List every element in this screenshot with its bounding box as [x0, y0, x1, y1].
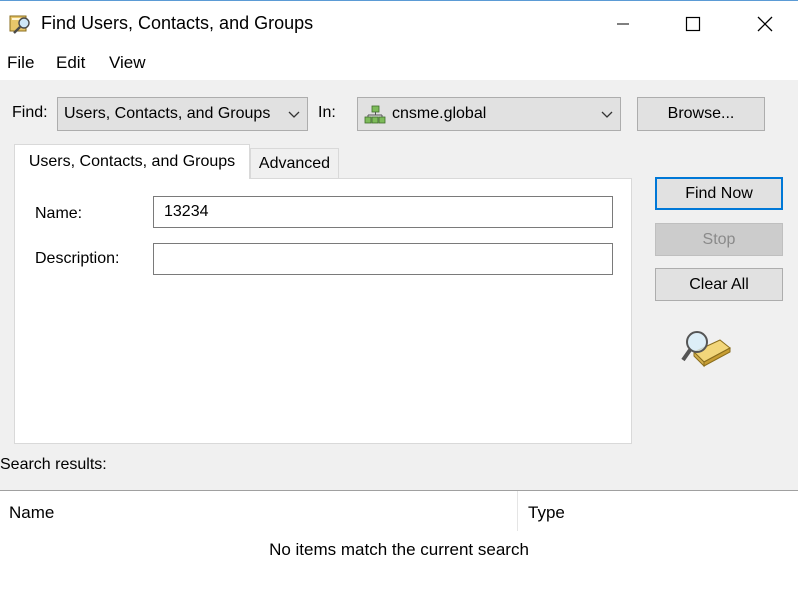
- stop-button[interactable]: Stop: [655, 223, 783, 256]
- menu-bar: File Edit View: [0, 46, 798, 80]
- find-animation-icon: [681, 331, 731, 368]
- find-search-icon: [9, 15, 30, 34]
- chevron-down-icon: [288, 111, 300, 118]
- description-label: Description:: [35, 250, 120, 267]
- find-label: Find:: [12, 104, 48, 121]
- minimize-icon: [617, 23, 629, 24]
- menu-file[interactable]: File: [7, 53, 34, 73]
- name-label: Name:: [35, 205, 83, 222]
- domain-icon: [364, 105, 386, 124]
- name-input[interactable]: 13234: [153, 196, 613, 228]
- close-icon: [757, 16, 773, 31]
- results-list[interactable]: Name Type No items match the current sea…: [0, 490, 798, 590]
- tab-panel: Name: 13234 Description:: [14, 178, 632, 444]
- find-type-value: Users, Contacts, and Groups: [64, 105, 271, 122]
- column-header-name[interactable]: Name: [9, 503, 54, 523]
- description-input[interactable]: [153, 243, 613, 275]
- window-title: Find Users, Contacts, and Groups: [41, 13, 314, 33]
- tab-users-contacts-groups[interactable]: Users, Contacts, and Groups: [14, 144, 250, 179]
- minimize-button[interactable]: [600, 1, 646, 46]
- tab-advanced[interactable]: Advanced: [250, 148, 339, 178]
- maximize-icon: [685, 16, 701, 31]
- name-input-value: 13234: [164, 203, 209, 220]
- in-label: In:: [318, 104, 336, 121]
- in-location-value: cnsme.global: [392, 105, 487, 122]
- close-button[interactable]: [742, 1, 788, 46]
- clear-all-button[interactable]: Clear All: [655, 268, 783, 301]
- chevron-down-icon: [601, 111, 613, 118]
- find-now-button[interactable]: Find Now: [655, 177, 783, 210]
- column-header-type[interactable]: Type: [528, 503, 565, 523]
- title-bar[interactable]: Find Users, Contacts, and Groups: [0, 0, 798, 46]
- menu-edit[interactable]: Edit: [56, 53, 85, 73]
- find-dialog-window: Find Users, Contacts, and Groups File Ed…: [0, 0, 798, 590]
- in-location-dropdown[interactable]: cnsme.global: [357, 97, 621, 131]
- menu-view[interactable]: View: [109, 53, 146, 73]
- maximize-button[interactable]: [670, 1, 716, 46]
- column-divider[interactable]: [517, 491, 518, 531]
- find-type-dropdown[interactable]: Users, Contacts, and Groups: [57, 97, 308, 131]
- browse-button[interactable]: Browse...: [637, 97, 765, 131]
- search-results-label: Search results:: [0, 456, 107, 473]
- empty-results-message: No items match the current search: [269, 540, 529, 559]
